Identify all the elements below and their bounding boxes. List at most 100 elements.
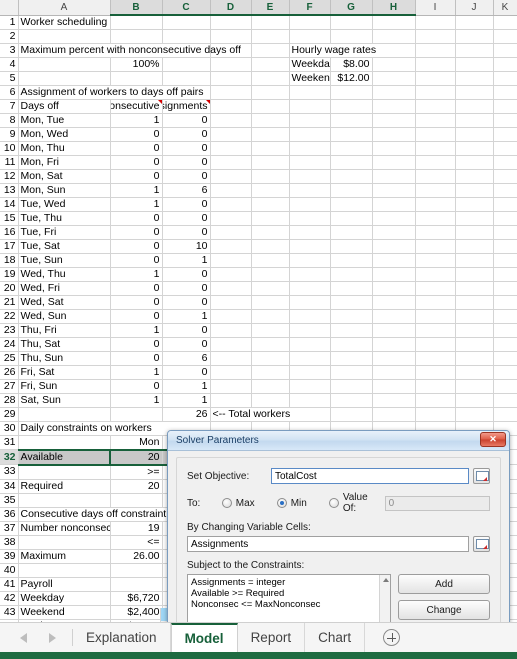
- column-header-e[interactable]: E: [251, 0, 290, 16]
- cell-E27[interactable]: [251, 379, 290, 394]
- column-header-i[interactable]: I: [415, 0, 456, 16]
- cell-K8[interactable]: [493, 113, 517, 128]
- cell-B24[interactable]: 0: [110, 337, 163, 352]
- cell-A34[interactable]: Required: [18, 479, 111, 494]
- cell-H14[interactable]: [372, 197, 416, 212]
- cell-J13[interactable]: [455, 183, 494, 198]
- cell-K7[interactable]: [493, 99, 517, 114]
- cell-C19[interactable]: 0: [162, 267, 211, 282]
- cell-D25[interactable]: [210, 351, 252, 366]
- column-header-f[interactable]: F: [289, 0, 331, 16]
- cell-E18[interactable]: [251, 253, 290, 268]
- cell-C18[interactable]: 1: [162, 253, 211, 268]
- row-header-29[interactable]: 29: [0, 407, 19, 422]
- set-objective-input[interactable]: TotalCost: [271, 468, 469, 484]
- changing-cells-input[interactable]: Assignments: [187, 536, 469, 552]
- cell-E11[interactable]: [251, 155, 290, 170]
- cell-F20[interactable]: [289, 281, 331, 296]
- cell-D21[interactable]: [210, 295, 252, 310]
- cell-E1[interactable]: [251, 15, 290, 30]
- cell-B17[interactable]: 0: [110, 239, 163, 254]
- cell-B16[interactable]: 0: [110, 225, 163, 240]
- cell-B27[interactable]: 0: [110, 379, 163, 394]
- cell-I8[interactable]: [415, 113, 456, 128]
- cell-B28[interactable]: 1: [110, 393, 163, 408]
- cell-E24[interactable]: [251, 337, 290, 352]
- cell-E17[interactable]: [251, 239, 290, 254]
- cell-J27[interactable]: [455, 379, 494, 394]
- cell-B42[interactable]: $6,720: [110, 591, 163, 606]
- cell-D14[interactable]: [210, 197, 252, 212]
- cell-G17[interactable]: [330, 239, 373, 254]
- cell-F23[interactable]: [289, 323, 331, 338]
- row-header-18[interactable]: 18: [0, 253, 19, 268]
- cell-B41[interactable]: [110, 577, 163, 592]
- cell-K17[interactable]: [493, 239, 517, 254]
- cell-K20[interactable]: [493, 281, 517, 296]
- cell-I3[interactable]: [415, 43, 456, 58]
- cell-B39[interactable]: 26.00: [110, 549, 163, 564]
- row-header-1[interactable]: 1: [0, 15, 19, 30]
- cell-C5[interactable]: [162, 71, 211, 86]
- cell-D1[interactable]: [210, 15, 252, 30]
- cell-E26[interactable]: [251, 365, 290, 380]
- cell-D19[interactable]: [210, 267, 252, 282]
- cell-B32[interactable]: 20: [109, 448, 163, 466]
- cell-I6[interactable]: [415, 85, 456, 100]
- cell-G16[interactable]: [330, 225, 373, 240]
- sheet-tab-explanation[interactable]: Explanation: [73, 623, 171, 652]
- cell-H15[interactable]: [372, 211, 416, 226]
- cell-B23[interactable]: 1: [110, 323, 163, 338]
- cell-F19[interactable]: [289, 267, 331, 282]
- cell-B7[interactable]: Consecutive: [110, 99, 163, 114]
- cell-H1[interactable]: [372, 15, 416, 30]
- cell-B31[interactable]: Mon: [110, 435, 163, 450]
- cell-G29[interactable]: [330, 407, 373, 422]
- row-header-5[interactable]: 5: [0, 71, 19, 86]
- cell-H9[interactable]: [372, 127, 416, 142]
- cell-B15[interactable]: 0: [110, 211, 163, 226]
- cell-C26[interactable]: 0: [162, 365, 211, 380]
- cell-D6[interactable]: [210, 85, 252, 100]
- cell-A39[interactable]: Maximum: [18, 549, 111, 564]
- cell-C17[interactable]: 10: [162, 239, 211, 254]
- cell-C13[interactable]: 6: [162, 183, 211, 198]
- cell-I25[interactable]: [415, 351, 456, 366]
- cell-A38[interactable]: [18, 535, 111, 550]
- cell-J1[interactable]: [455, 15, 494, 30]
- cell-D9[interactable]: [210, 127, 252, 142]
- constraint-item[interactable]: Nonconsec <= MaxNonconsec: [191, 599, 387, 610]
- max-radio[interactable]: [221, 498, 232, 508]
- cell-H2[interactable]: [372, 29, 416, 44]
- cell-D13[interactable]: [210, 183, 252, 198]
- cell-I26[interactable]: [415, 365, 456, 380]
- cell-E5[interactable]: [251, 71, 290, 86]
- cell-B10[interactable]: 0: [110, 141, 163, 156]
- cell-A17[interactable]: Tue, Sat: [18, 239, 111, 254]
- cell-I2[interactable]: [415, 29, 456, 44]
- cell-G27[interactable]: [330, 379, 373, 394]
- cell-H24[interactable]: [372, 337, 416, 352]
- cell-D10[interactable]: [210, 141, 252, 156]
- cell-I1[interactable]: [415, 15, 456, 30]
- cell-G22[interactable]: [330, 309, 373, 324]
- cell-A8[interactable]: Mon, Tue: [18, 113, 111, 128]
- cell-A28[interactable]: Sat, Sun: [18, 393, 111, 408]
- cell-A27[interactable]: Fri, Sun: [18, 379, 111, 394]
- max-radio-group[interactable]: Max: [221, 498, 255, 509]
- row-header-12[interactable]: 12: [0, 169, 19, 184]
- column-header-k[interactable]: K: [493, 0, 517, 16]
- cell-H26[interactable]: [372, 365, 416, 380]
- cell-K19[interactable]: [493, 267, 517, 282]
- cell-A40[interactable]: [18, 563, 111, 578]
- cell-J21[interactable]: [455, 295, 494, 310]
- cell-B25[interactable]: 0: [110, 351, 163, 366]
- cell-K9[interactable]: [493, 127, 517, 142]
- cell-B13[interactable]: 1: [110, 183, 163, 198]
- cell-H4[interactable]: [372, 57, 416, 72]
- cell-C21[interactable]: 0: [162, 295, 211, 310]
- cell-B34[interactable]: 20: [110, 479, 163, 494]
- cell-F9[interactable]: [289, 127, 331, 142]
- cell-I13[interactable]: [415, 183, 456, 198]
- cell-B9[interactable]: 0: [110, 127, 163, 142]
